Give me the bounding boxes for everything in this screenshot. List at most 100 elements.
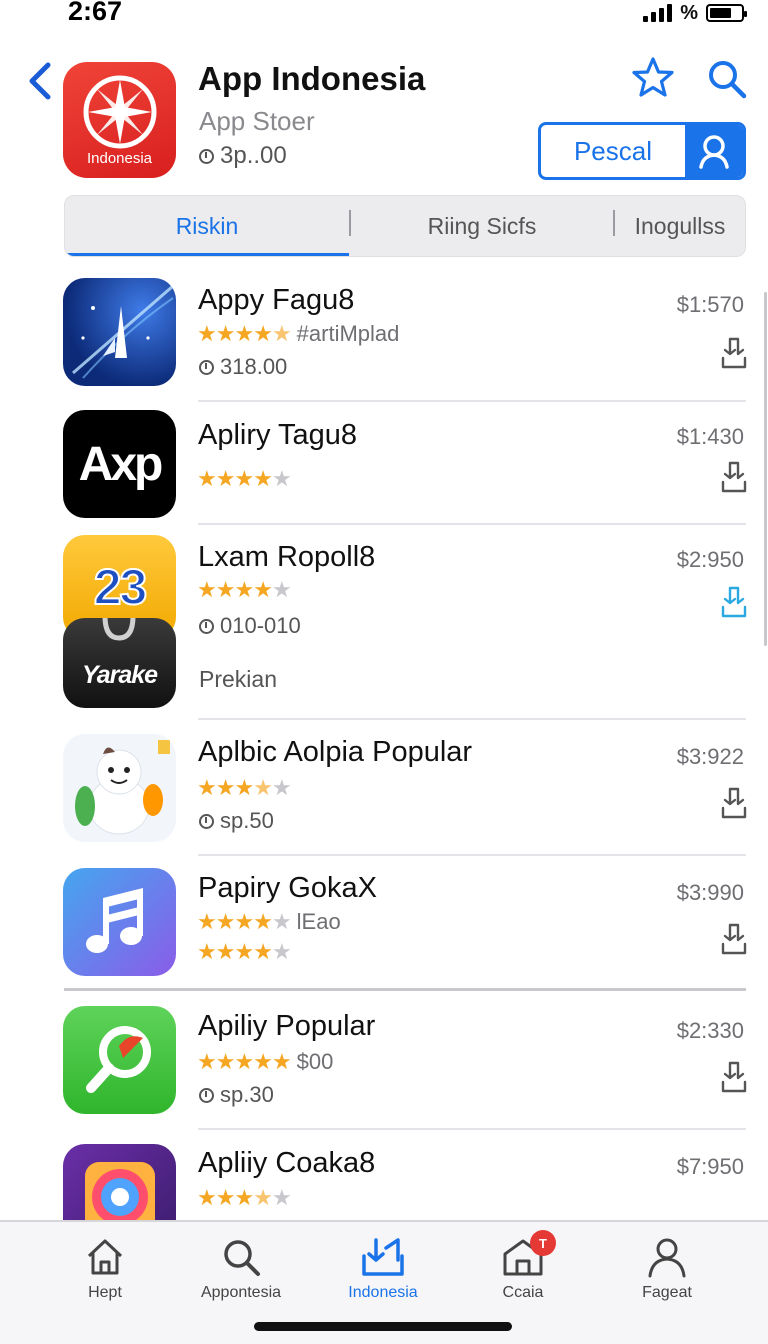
- star-icon: ★: [234, 577, 254, 602]
- row-divider: [198, 1128, 746, 1130]
- star-rating: ★ ★ ★ ★ ★: [197, 1185, 292, 1211]
- app-meta: sp.50: [199, 808, 274, 834]
- star-icon: ★: [253, 909, 273, 934]
- tab-riskin[interactable]: Riskin: [65, 196, 349, 256]
- star-rating: ★ ★ ★ ★ ★ lEao: [197, 909, 341, 935]
- pescal-search-box[interactable]: Pescal: [538, 122, 746, 180]
- profile-icon: [648, 1238, 686, 1278]
- tab-inogullss[interactable]: Inogullss: [615, 196, 745, 256]
- star-icon: ★: [234, 466, 254, 491]
- app-meta-text: 010-010: [220, 613, 301, 638]
- row-divider: [198, 523, 746, 525]
- star-icon: ★: [234, 939, 254, 964]
- user-search-icon: [699, 135, 729, 169]
- tab-riing-sicfs[interactable]: Riing Sicfs: [351, 196, 613, 256]
- app-price: $2:330: [676, 1018, 744, 1043]
- wifi-percent-icon: %: [680, 2, 698, 24]
- bag-icon-text: Yarake: [81, 660, 158, 689]
- app-hero-icon: Indonesia: [63, 62, 176, 178]
- star-icon: ★: [271, 1049, 292, 1074]
- signal-icon: [643, 4, 673, 22]
- download-icon[interactable]: [718, 786, 750, 820]
- status-time: 2:67: [68, 0, 123, 26]
- app-name: Apliry Tagu8: [198, 419, 358, 451]
- tabbar-item-ccaia[interactable]: T Ccaia: [458, 1230, 588, 1302]
- tabbar-item-indonesia[interactable]: Indonesia: [318, 1236, 448, 1302]
- camera-icon: [63, 1144, 176, 1220]
- star-icon: ★: [197, 909, 217, 934]
- star-rating: ★ ★ ★ ★ ★: [197, 466, 292, 492]
- app-name: Appy Fagu8: [198, 284, 355, 316]
- star-icon: ★: [253, 1049, 273, 1074]
- app-list: Appy Fagu8 ★ ★ ★ ★ ★ #artiMplad 318.00 $1:570…: [0, 268, 768, 1220]
- rating-text: $00: [296, 1049, 334, 1074]
- tabbar-item-appontesia[interactable]: Appontesia: [176, 1236, 306, 1302]
- star-icon: ★: [234, 909, 254, 934]
- tabbar-item-fageat[interactable]: Fageat: [602, 1236, 732, 1302]
- tabbar-item-hept[interactable]: Hept: [40, 1236, 170, 1302]
- app-name: Lxam Ropoll8: [198, 541, 376, 573]
- clock-icon: [199, 813, 214, 829]
- search-icon: [224, 1240, 260, 1276]
- app-price: $1:430: [676, 424, 744, 449]
- app-price: $2:950: [676, 547, 744, 572]
- status-bar: 2:67 %: [0, 0, 768, 40]
- star-icon: ★: [215, 775, 236, 800]
- clock-icon: [199, 618, 214, 634]
- app-subtitle: App Stoer: [199, 106, 315, 136]
- star-icon: ★: [215, 466, 236, 491]
- battery-icon: [706, 4, 747, 22]
- download-icon: [362, 1238, 404, 1276]
- app-price: $1:570: [676, 292, 744, 317]
- axp-icon: Axp: [63, 410, 176, 518]
- star-icon: ★: [215, 939, 236, 964]
- download-icon[interactable]: [718, 585, 750, 619]
- app-meta-text: sp.50: [220, 808, 274, 833]
- download-icon[interactable]: [718, 1060, 750, 1094]
- rating-text: #artiMplad: [296, 321, 400, 346]
- search-app-icon: [63, 1006, 176, 1114]
- calendar-icon-text: 23: [93, 558, 149, 616]
- pescal-button[interactable]: Pescal: [541, 125, 685, 177]
- download-icon[interactable]: [718, 336, 750, 370]
- download-icon[interactable]: [718, 922, 750, 956]
- chevron-left-icon: [29, 62, 51, 100]
- compass-icon: [83, 75, 157, 149]
- star-icon: ★: [197, 775, 217, 800]
- app-meta: Prekian: [199, 666, 277, 692]
- star-rating: ★ ★ ★ ★ ★ #artiMplad: [197, 321, 399, 347]
- section-divider: [64, 988, 746, 991]
- star-icon: ★: [253, 321, 273, 346]
- tabbar-label: Indonesia: [348, 1284, 418, 1301]
- tabbar-label: Hept: [88, 1284, 122, 1301]
- music-icon: [63, 868, 176, 976]
- download-icon[interactable]: [718, 460, 750, 494]
- star-icon: ★: [234, 775, 254, 800]
- search-icon[interactable]: [706, 58, 748, 100]
- star-icon: ★: [197, 1049, 217, 1074]
- star-icon: ★: [234, 321, 254, 346]
- star-icon: ★: [197, 466, 217, 491]
- page-title: App Indonesia: [198, 60, 426, 97]
- star-icon: ★: [215, 577, 236, 602]
- snowman-icon: [63, 734, 176, 842]
- pescal-search-button[interactable]: [685, 125, 743, 177]
- app-name: Aplbic Aolpia Popular: [198, 736, 473, 768]
- app-meta: 010-010: [199, 613, 301, 639]
- favorite-star-icon[interactable]: [631, 56, 675, 100]
- app-price: 3p..00: [199, 142, 287, 170]
- star-icon: ★: [215, 909, 236, 934]
- tabbar-label: Ccaia: [502, 1284, 544, 1301]
- app-price-text: 3p..00: [220, 142, 287, 169]
- star-rating: ★ ★ ★ ★ ★ $00: [197, 1049, 333, 1075]
- axp-icon-text: Axp: [78, 437, 164, 491]
- home-indicator[interactable]: [254, 1322, 512, 1331]
- app-price: $3:990: [676, 880, 744, 905]
- clock-icon: [199, 148, 214, 164]
- rating-text: lEao: [296, 909, 341, 934]
- back-button[interactable]: [22, 60, 56, 102]
- star-icon: ★: [215, 321, 236, 346]
- app-meta: 318.00: [199, 354, 287, 380]
- star-icon: ★: [253, 775, 273, 800]
- rocket-icon: [63, 278, 176, 386]
